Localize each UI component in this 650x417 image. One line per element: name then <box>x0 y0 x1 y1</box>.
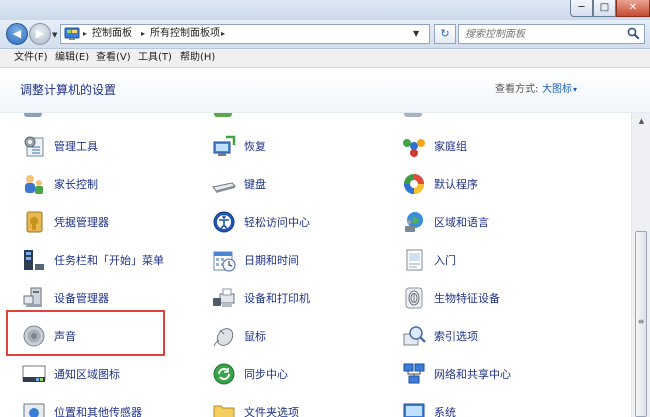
page-title: 调整计算机的设置 <box>20 83 117 97</box>
search-input[interactable] <box>465 26 615 42</box>
breadcrumb-separator: ▸ <box>83 29 88 38</box>
item-label: 系统 <box>434 406 456 417</box>
indexing-icon <box>403 326 426 346</box>
scroll-thumb[interactable]: ≡ <box>635 231 647 417</box>
scroll-grip-icon: ≡ <box>637 317 645 326</box>
biometric-icon <box>405 287 423 309</box>
item-label: 任务栏和「开始」菜单 <box>54 254 164 267</box>
item-label: 位置和其他传感器 <box>54 406 142 417</box>
item-label: 同步中心 <box>244 368 288 381</box>
search-icon[interactable] <box>627 27 640 40</box>
getting-started-icon <box>406 249 423 271</box>
item-label: 鼠标 <box>244 330 266 343</box>
content-header: 调整计算机的设置 查看方式: 大图标 ▾ <box>0 68 650 113</box>
credential-manager-icon <box>26 211 43 233</box>
ease-of-access-icon <box>213 211 235 233</box>
recovery-icon <box>213 135 236 156</box>
menu-edit[interactable]: 编辑(E) <box>55 52 89 64</box>
title-bar: ─ □ ✕ <box>0 0 650 20</box>
item-label: 凭据管理器 <box>54 216 109 229</box>
device-manager-icon <box>23 287 42 307</box>
chevron-down-icon[interactable]: ▾ <box>573 85 577 95</box>
breadcrumb-separator: ▸ <box>141 29 146 38</box>
item-label: 网络和共享中心 <box>434 368 511 381</box>
view-by-dropdown[interactable]: 大图标 <box>542 84 572 96</box>
vertical-scrollbar[interactable]: ▲ ≡ <box>631 113 650 417</box>
keyboard-icon <box>212 182 236 193</box>
parental-controls-icon <box>25 175 43 194</box>
mouse-icon <box>213 328 234 347</box>
back-arrow-icon: ◀ <box>12 27 22 40</box>
partial-icon <box>214 113 232 117</box>
network-sharing-icon <box>403 363 425 384</box>
search-box <box>458 24 645 44</box>
devices-printers-icon <box>213 288 235 307</box>
close-button[interactable]: ✕ <box>616 0 650 17</box>
default-programs-icon <box>404 174 424 194</box>
breadcrumb-separator: ▸ <box>221 29 226 38</box>
location-sensors-icon <box>23 403 45 417</box>
item-label: 键盘 <box>244 178 266 191</box>
recent-pages-dropdown[interactable]: ▼ <box>52 31 57 39</box>
maximize-button[interactable]: □ <box>593 0 616 17</box>
notification-area-icon <box>22 365 46 382</box>
item-label: 管理工具 <box>54 140 98 153</box>
item-label: 默认程序 <box>434 178 478 191</box>
menu-bar: 文件(F) 编辑(E) 查看(V) 工具(T) 帮助(H) <box>0 49 650 68</box>
maximize-icon: □ <box>599 2 610 13</box>
menu-view[interactable]: 查看(V) <box>96 52 131 64</box>
item-label: 恢复 <box>244 140 266 153</box>
control-panel-items: 管理工具 恢复 家庭组 家长控制 键盘 默认程序 凭据管理器 轻松访问中心 区域… <box>0 113 631 417</box>
minimize-icon: ─ <box>578 2 585 13</box>
admin-tools-icon <box>24 136 44 157</box>
scroll-up-icon[interactable]: ▲ <box>632 113 650 130</box>
date-time-icon <box>213 251 236 272</box>
forward-button[interactable]: ▶ <box>29 23 51 45</box>
item-label: 设备和打印机 <box>244 292 310 305</box>
menu-tools[interactable]: 工具(T) <box>138 52 172 64</box>
item-label: 家庭组 <box>434 140 467 153</box>
menu-help[interactable]: 帮助(H) <box>180 52 215 64</box>
refresh-icon: ↻ <box>440 27 450 40</box>
item-label: 区域和语言 <box>434 216 489 229</box>
item-label: 设备管理器 <box>54 292 109 305</box>
menu-file[interactable]: 文件(F) <box>14 52 48 64</box>
item-label: 文件夹选项 <box>244 406 299 417</box>
address-dropdown[interactable]: ▼ <box>413 28 419 40</box>
navigation-bar: ◀ ▶ ▼ ▸ 控制面板 ▸ 所有控制面板项 ▸ ▼ ↻ <box>0 20 650 49</box>
breadcrumb-all-items[interactable]: 所有控制面板项 <box>150 28 220 40</box>
address-bar[interactable]: ▸ 控制面板 ▸ 所有控制面板项 ▸ ▼ <box>60 24 430 44</box>
item-label: 通知区域图标 <box>54 368 120 381</box>
partial-icon <box>24 113 42 117</box>
taskbar-icon <box>24 250 44 270</box>
region-language-icon <box>405 212 423 232</box>
folder-options-icon <box>213 405 235 417</box>
item-label: 日期和时间 <box>244 254 299 267</box>
item-label: 家长控制 <box>54 178 98 191</box>
system-icon <box>403 403 425 417</box>
breadcrumb-control-panel[interactable]: 控制面板 <box>92 28 132 40</box>
highlight-box <box>6 310 165 356</box>
item-label: 入门 <box>434 254 456 267</box>
minimize-button[interactable]: ─ <box>570 0 593 17</box>
refresh-button[interactable]: ↻ <box>434 24 456 44</box>
forward-arrow-icon: ▶ <box>35 27 45 40</box>
close-icon: ✕ <box>628 2 638 13</box>
item-label: 索引选项 <box>434 330 478 343</box>
homegroup-icon <box>403 139 425 157</box>
item-label: 生物特征设备 <box>434 292 500 305</box>
back-button[interactable]: ◀ <box>6 23 28 45</box>
control-panel-icon <box>64 27 80 40</box>
view-by-label: 查看方式: <box>495 84 539 95</box>
item-label: 轻松访问中心 <box>244 216 310 229</box>
partial-icon <box>404 113 422 117</box>
sync-center-icon <box>213 363 235 385</box>
